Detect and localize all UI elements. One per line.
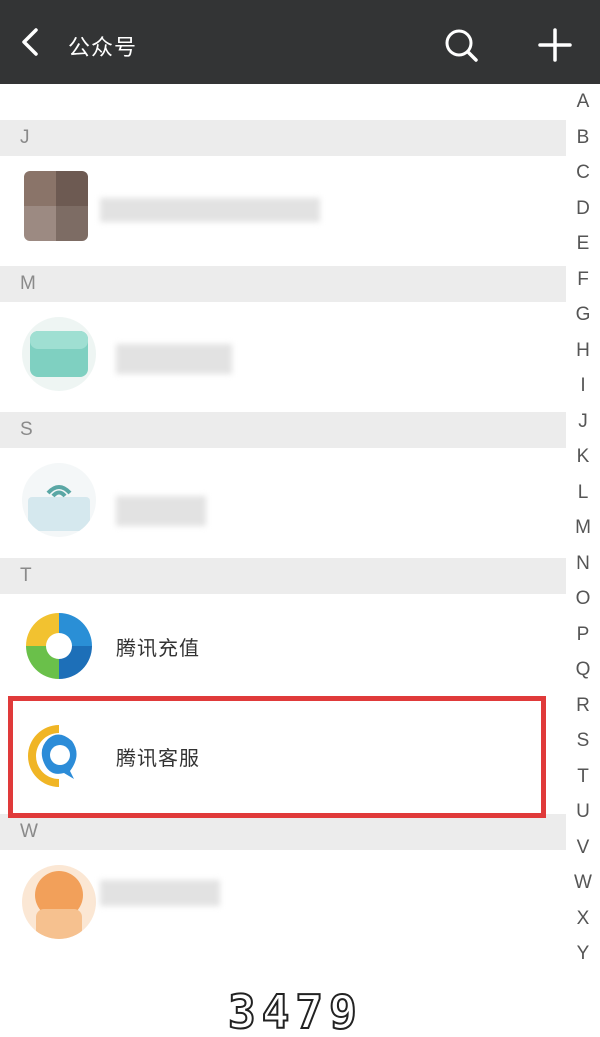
section-header: S xyxy=(0,412,566,448)
blurred-name xyxy=(116,496,206,526)
index-letter-e[interactable]: E xyxy=(566,226,600,262)
blurred-name xyxy=(100,198,320,222)
page-title: 公众号 xyxy=(68,35,138,60)
avatar xyxy=(22,865,96,939)
index-letter-q[interactable]: Q xyxy=(566,652,600,688)
index-letter-a[interactable]: A xyxy=(566,84,600,120)
index-letter-k[interactable]: K xyxy=(566,439,600,475)
section-header: T xyxy=(0,558,566,594)
watermark-text: 3479 xyxy=(227,984,363,1037)
list-item[interactable] xyxy=(0,156,566,266)
index-letter-d[interactable]: D xyxy=(566,191,600,227)
index-letter-o[interactable]: O xyxy=(566,581,600,617)
section-letter: T xyxy=(20,565,32,586)
index-letter-y[interactable]: Y xyxy=(566,936,600,972)
index-letter-x[interactable]: X xyxy=(566,901,600,937)
index-letter-f[interactable]: F xyxy=(566,262,600,298)
section-letter: M xyxy=(20,273,36,294)
section-header: J xyxy=(0,120,566,156)
index-letter-m[interactable]: M xyxy=(566,510,600,546)
section-letter: S xyxy=(20,419,33,440)
official-accounts-list[interactable]: J M S T 腾讯充值 腾讯客服 W xyxy=(0,84,566,1037)
section-letter: J xyxy=(20,127,30,148)
index-letter-h[interactable]: H xyxy=(566,333,600,369)
section-header: W xyxy=(0,814,566,850)
index-letter-t[interactable]: T xyxy=(566,759,600,795)
index-letter-g[interactable]: G xyxy=(566,297,600,333)
index-letter-u[interactable]: U xyxy=(566,794,600,830)
index-letter-c[interactable]: C xyxy=(566,155,600,191)
avatar xyxy=(24,171,88,241)
blurred-name xyxy=(100,880,220,906)
index-letter-v[interactable]: V xyxy=(566,830,600,866)
avatar xyxy=(22,463,96,537)
index-letter-s[interactable]: S xyxy=(566,723,600,759)
list-item[interactable] xyxy=(0,850,566,960)
watermark: 3479 xyxy=(78,983,600,1037)
search-icon[interactable] xyxy=(442,26,480,64)
list-item[interactable] xyxy=(0,302,566,412)
top-bar: 公众号 xyxy=(0,0,600,84)
list-item[interactable] xyxy=(0,448,566,558)
index-letter-p[interactable]: P xyxy=(566,617,600,653)
avatar xyxy=(22,317,96,391)
index-letter-j[interactable]: J xyxy=(566,404,600,440)
section-header: M xyxy=(0,266,566,302)
index-letter-w[interactable]: W xyxy=(566,865,600,901)
list-item[interactable] xyxy=(0,84,566,104)
account-name: 腾讯充值 xyxy=(116,638,200,660)
section-letter: W xyxy=(20,821,38,842)
highlight-box xyxy=(8,696,546,818)
index-letter-r[interactable]: R xyxy=(566,688,600,724)
index-letter-n[interactable]: N xyxy=(566,546,600,582)
index-letter-b[interactable]: B xyxy=(566,120,600,156)
blurred-name xyxy=(116,344,232,374)
index-letter-l[interactable]: L xyxy=(566,475,600,511)
tencent-recharge-logo-icon xyxy=(22,609,96,683)
back-arrow-icon[interactable] xyxy=(14,24,50,60)
alphabet-index-bar[interactable]: ABCDEFGHIJKLMNOPQRSTUVWXY xyxy=(566,84,600,984)
index-letter-i[interactable]: I xyxy=(566,368,600,404)
plus-icon[interactable] xyxy=(536,26,574,64)
list-item-tencent-recharge[interactable]: 腾讯充值 xyxy=(0,594,566,704)
